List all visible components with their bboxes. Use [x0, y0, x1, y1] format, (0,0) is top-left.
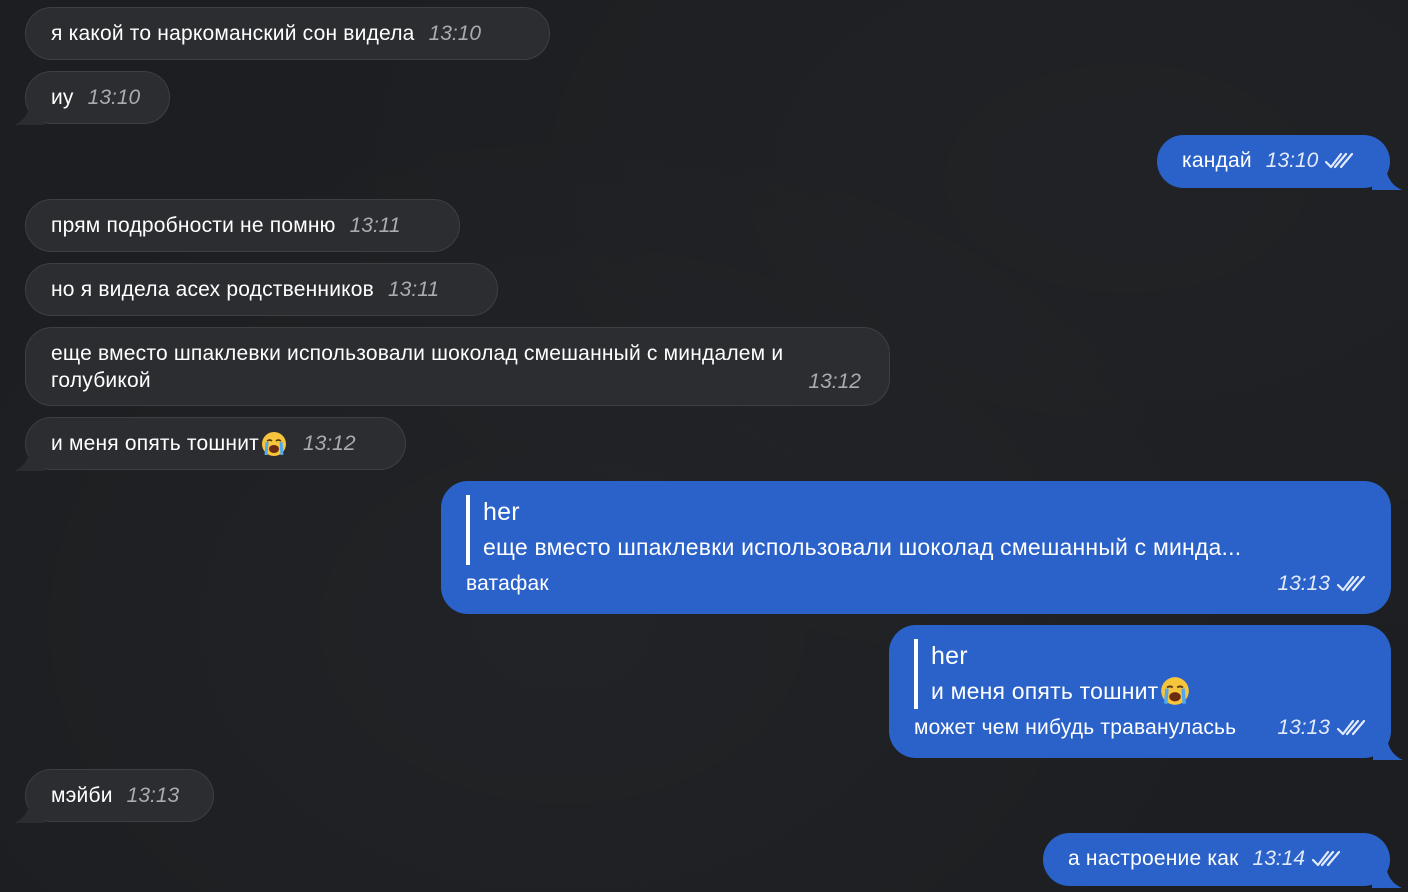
message-text-line: голубикой	[51, 369, 151, 392]
reply-quote[interactable]: her и меня опять тошнит	[914, 639, 1366, 709]
outgoing-message[interactable]: а настроение как 13:14	[1043, 833, 1402, 888]
incoming-message[interactable]: мэйби 13:13	[14, 769, 214, 823]
outgoing-reply-message[interactable]: her еще вместо шпаклевки использовали шо…	[441, 481, 1391, 614]
outgoing-message[interactable]: кандай 13:10	[1157, 135, 1402, 190]
message-text-line: еще вместо шпаклевки использовали шокола…	[51, 342, 784, 365]
message-time: 13:13	[1277, 716, 1330, 739]
message-text: иу	[51, 86, 74, 109]
message-time: 13:13	[1277, 572, 1330, 595]
message-text: кандай	[1182, 149, 1252, 172]
double-check-icon	[1336, 575, 1366, 592]
double-check-icon	[1311, 850, 1341, 867]
message-time: 13:11	[349, 214, 401, 237]
reply-author: her	[483, 498, 520, 526]
incoming-message[interactable]: я какой то наркоманский сон видела 13:10	[25, 7, 550, 60]
message-text: но я видела асех родственников	[51, 278, 374, 301]
bubble-tail	[14, 449, 44, 471]
message-text: мэйби	[51, 784, 113, 807]
bubble-tail	[14, 801, 44, 823]
message-time: 13:12	[302, 432, 356, 455]
incoming-message[interactable]: иу 13:10	[14, 71, 170, 125]
message-time: 13:14	[1252, 847, 1306, 870]
reply-text: еще вместо шпаклевки использовали шокола…	[483, 534, 1242, 560]
bubble-tail	[1372, 866, 1402, 888]
incoming-message[interactable]: прям подробности не помню 13:11	[25, 199, 460, 252]
chat-view[interactable]: я какой то наркоманский сон видела 13:10…	[0, 0, 1408, 892]
crying-face-emoji	[1161, 677, 1190, 705]
incoming-message[interactable]: но я видела асех родственников 13:11	[25, 263, 498, 316]
reply-author: her	[931, 642, 968, 670]
message-text: я какой то наркоманский сон видела	[51, 22, 415, 45]
message-time: 13:13	[126, 784, 180, 807]
incoming-message[interactable]: и меня опять тошнит 13:12	[14, 417, 406, 471]
outgoing-reply-message[interactable]: her и меня опять тошнит может чем нибудь…	[889, 625, 1403, 760]
reply-text: и меня опять тошнит	[931, 678, 1159, 704]
message-time: 13:10	[87, 86, 141, 109]
message-time: 13:10	[428, 22, 482, 45]
message-time: 13:12	[808, 370, 861, 393]
message-text: и меня опять тошнит	[51, 432, 259, 455]
bubble-tail	[1373, 738, 1403, 760]
message-time: 13:11	[388, 278, 439, 301]
incoming-message[interactable]: еще вместо шпаклевки использовали шокола…	[25, 327, 890, 406]
message-text: а настроение как	[1068, 847, 1239, 870]
double-check-icon	[1336, 719, 1366, 736]
crying-face-emoji	[261, 432, 286, 456]
message-text: может чем нибудь травануласьь	[914, 716, 1237, 739]
message-time: 13:10	[1265, 149, 1319, 172]
message-text: ватафак	[466, 572, 549, 595]
double-check-icon	[1325, 152, 1354, 169]
bubble-tail	[1372, 168, 1402, 190]
message-text: прям подробности не помню	[51, 214, 336, 237]
reply-quote[interactable]: her еще вместо шпаклевки использовали шо…	[466, 495, 1366, 565]
bubble-tail	[14, 103, 44, 125]
